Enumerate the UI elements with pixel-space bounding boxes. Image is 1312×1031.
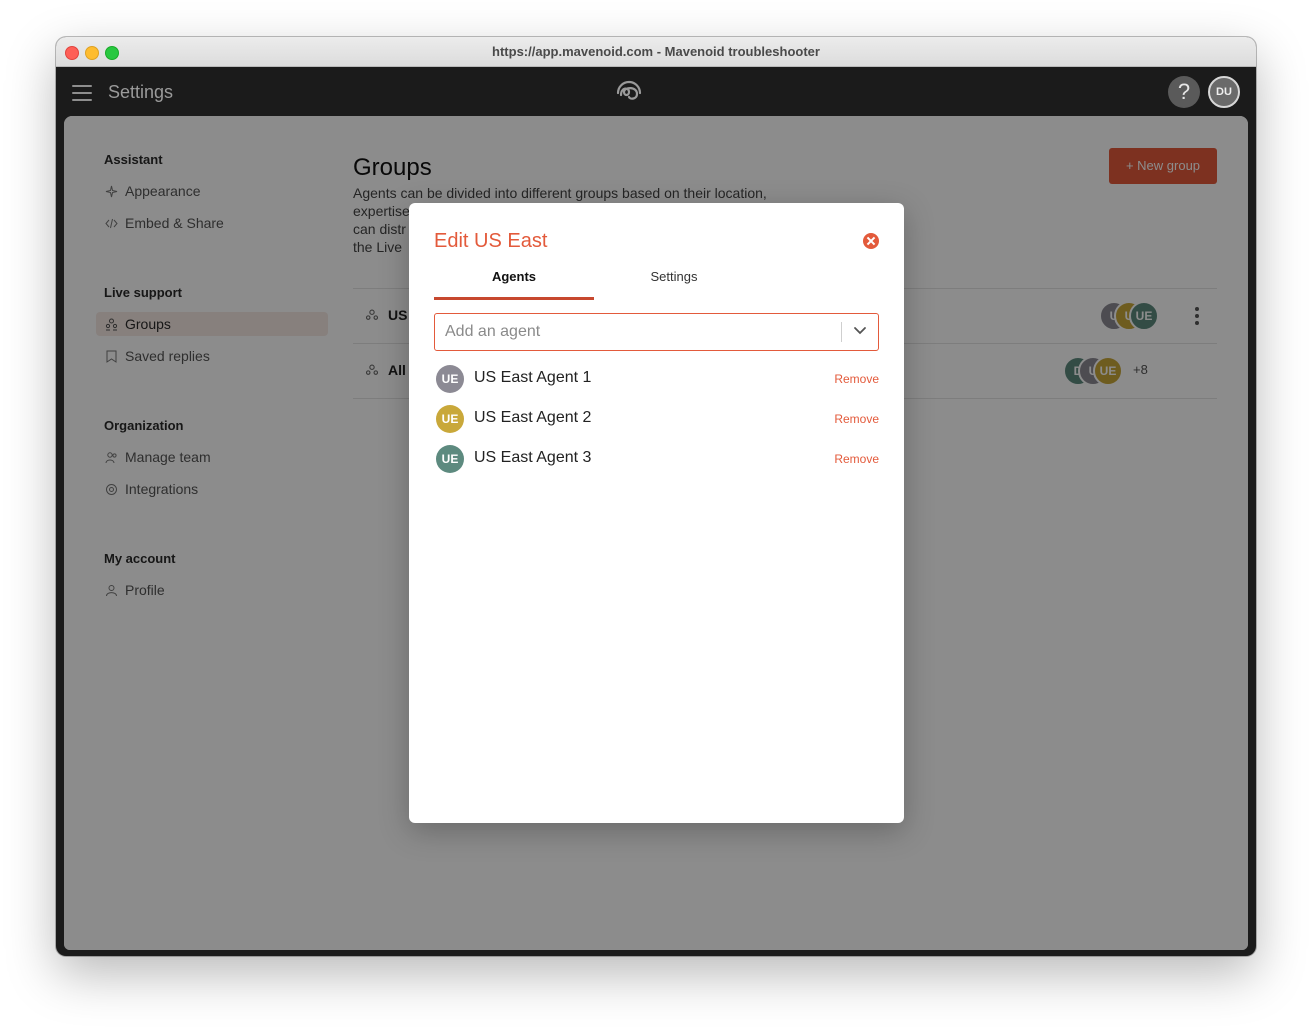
add-agent-select[interactable] [434,313,879,351]
tab-settings[interactable]: Settings [594,269,754,284]
browser-window: https://app.mavenoid.com - Mavenoid trou… [56,37,1256,956]
edit-group-dialog: Edit US East Agents Settings UE US East … [409,203,904,823]
agent-list-item: UE US East Agent 3 Remove [434,443,879,475]
remove-agent-button[interactable]: Remove [834,412,879,426]
agent-name: US East Agent 2 [474,409,592,426]
add-agent-input[interactable] [435,314,850,350]
agent-list-item: UE US East Agent 2 Remove [434,403,879,435]
page-title: Settings [108,82,174,102]
close-icon[interactable] [863,233,879,249]
select-divider [841,322,842,342]
agent-name: US East Agent 1 [474,369,592,386]
tab-agents[interactable]: Agents [434,269,594,284]
dialog-title: Edit US East [434,230,548,252]
app-header: Settings ? DU [56,67,1256,117]
agent-list-item: UE US East Agent 1 Remove [434,363,879,395]
remove-agent-button[interactable]: Remove [834,452,879,466]
help-button[interactable]: ? [1168,76,1200,108]
window-title: https://app.mavenoid.com - Mavenoid trou… [492,44,820,59]
mavenoid-logo-icon[interactable] [612,73,646,107]
active-tab-indicator [434,297,594,300]
remove-agent-button[interactable]: Remove [834,372,879,386]
avatar: UE [436,445,464,473]
agent-name: US East Agent 3 [474,449,592,466]
window-titlebar: https://app.mavenoid.com - Mavenoid trou… [56,37,1256,67]
chevron-down-icon[interactable] [853,326,867,336]
avatar: UE [436,365,464,393]
settings-content: Assistant Appearance Embed & Share Live … [64,116,1248,950]
menu-icon[interactable] [72,85,92,101]
avatar: UE [436,405,464,433]
user-avatar[interactable]: DU [1208,76,1240,108]
